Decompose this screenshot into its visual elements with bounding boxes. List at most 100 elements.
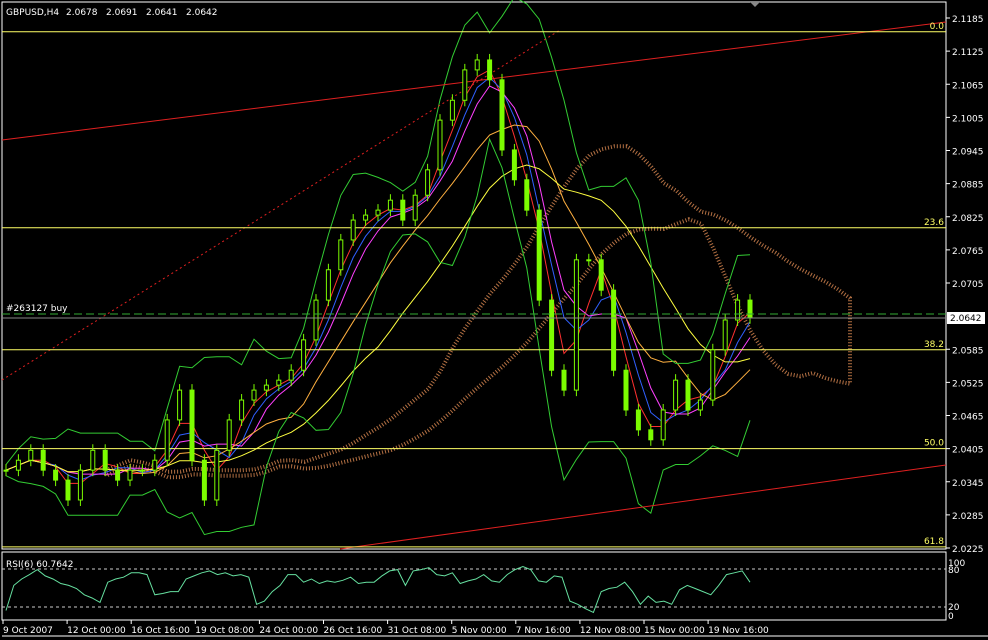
time-tick-label: 7 Nov 16:00 — [516, 626, 571, 636]
price-tick-label: 2.0285 — [952, 512, 984, 522]
candle-body — [239, 399, 245, 421]
candle-body — [375, 209, 381, 216]
candle-body — [474, 59, 480, 71]
rsi-panel: RSI(6) 60.7642 100 80 20 0 — [2, 559, 965, 622]
candle-body — [301, 339, 307, 371]
main-panel-frame — [1, 1, 947, 550]
candle-body — [747, 299, 753, 319]
channel-upper-line[interactable] — [1, 21, 947, 141]
candle-body — [276, 379, 282, 386]
candle-body — [462, 69, 468, 101]
candle-body — [635, 409, 641, 431]
fibo-level-label: 61.8 — [924, 537, 944, 547]
candle-body — [102, 449, 108, 471]
candle-body — [561, 369, 567, 391]
close-value: 2.0642 — [186, 8, 218, 18]
channel-lower-line[interactable] — [339, 464, 947, 550]
candle-body — [363, 214, 369, 221]
candle-body — [90, 449, 96, 471]
candle-body — [65, 479, 71, 501]
time-tick-label: 12 Nov 08:00 — [580, 626, 641, 636]
fibo-level-label: 38.2 — [924, 340, 944, 350]
price-tick-label: 2.0525 — [952, 379, 984, 389]
candle-body — [710, 349, 716, 401]
price-tick-label: 2.0405 — [952, 446, 984, 456]
candle-body — [412, 194, 418, 221]
candle-body — [338, 239, 344, 271]
candle-body — [313, 299, 319, 341]
candle-body — [437, 119, 443, 171]
candle-body — [214, 449, 220, 501]
price-tick-label: 2.1125 — [952, 48, 984, 58]
candle-body — [40, 449, 46, 471]
candle-body — [573, 259, 579, 391]
time-tick-label: 31 Oct 08:00 — [388, 626, 447, 636]
price-tick-label: 2.0765 — [952, 247, 984, 257]
price-tick-label: 2.0705 — [952, 280, 984, 290]
symbol-label: GBPUSD,H4 — [6, 8, 59, 18]
bid-price-label: 2.0642 — [950, 314, 982, 324]
dotted-trend-line[interactable] — [1, 29, 561, 381]
price-tick-label: 2.0945 — [952, 148, 984, 158]
candle-body — [325, 269, 331, 301]
price-tick-label: 2.0225 — [952, 545, 984, 555]
candle-body — [697, 399, 703, 411]
candle-body — [77, 469, 83, 501]
price-tick-label: 2.1185 — [952, 15, 984, 25]
candle-body — [648, 429, 654, 441]
candle-body — [735, 299, 741, 321]
time-tick-label: 19 Nov 16:00 — [708, 626, 769, 636]
candle-body — [673, 379, 679, 411]
rsi-tick-0: 0 — [948, 612, 954, 622]
low-value: 2.0641 — [146, 8, 178, 18]
price-tick-label: 2.0885 — [952, 181, 984, 191]
chart-shift-marker-icon[interactable] — [750, 2, 760, 7]
open-value: 2.0678 — [66, 8, 98, 18]
candle-body — [3, 469, 9, 472]
candle-body — [400, 199, 406, 221]
time-tick-label: 19 Oct 08:00 — [195, 626, 254, 636]
candle-body — [15, 459, 21, 471]
candle-body — [549, 299, 555, 371]
time-tick-label: 24 Oct 00:00 — [259, 626, 318, 636]
time-tick-label: 16 Oct 16:00 — [131, 626, 190, 636]
candle-body — [660, 409, 666, 441]
candle-body — [623, 369, 629, 411]
time-tick-label: 9 Oct 2007 — [3, 626, 53, 636]
candle-body — [53, 469, 59, 481]
candle-body — [189, 389, 195, 461]
candle-body — [586, 259, 592, 262]
rsi-line — [5, 565, 751, 614]
candle-body — [350, 219, 356, 241]
price-tick-label: 2.1005 — [952, 114, 984, 124]
rsi-tick-80: 80 — [948, 566, 960, 576]
rsi-label: RSI(6) 60.7642 — [6, 560, 73, 570]
price-axis: 2.1185 2.1125 2.1065 2.1005 2.0945 2.0885 2.08… — [946, 15, 984, 555]
candle-body — [511, 149, 517, 181]
indicator-lines — [5, 0, 751, 536]
time-tick-label: 12 Oct 00:00 — [67, 626, 126, 636]
candle-body — [524, 179, 530, 211]
bollinger-upper-line — [5, 0, 751, 465]
order-lines: #263127 buy 2.0642 — [2, 304, 985, 324]
candle-body — [722, 319, 728, 351]
candle-body — [164, 419, 170, 461]
candle-body — [685, 379, 691, 411]
candle-body — [201, 459, 207, 501]
price-tick-label: 2.0345 — [952, 479, 984, 489]
time-tick-label: 15 Nov 00:00 — [644, 626, 705, 636]
candle-body — [139, 469, 145, 472]
candle-body — [425, 169, 431, 196]
price-tick-label: 2.0465 — [952, 413, 984, 423]
chart-canvas[interactable]: 0.0 23.6 38.2 50.0 61.8 #263127 buy 2.0642 2… — [0, 0, 988, 640]
rsi-panel-frame — [1, 551, 947, 621]
chart-header: GBPUSD,H4 2.0678 2.0691 2.0641 2.0642 — [6, 8, 218, 18]
high-value: 2.0691 — [106, 8, 138, 18]
time-axis: 9 Oct 2007 12 Oct 00:00 16 Oct 16:00 19 Oct… — [2, 620, 769, 636]
candle-body — [499, 79, 505, 151]
candle-body — [115, 469, 121, 481]
candle-body — [28, 449, 34, 461]
fibo-level-label: 0.0 — [930, 22, 945, 32]
candle-body — [387, 199, 393, 211]
order-label: #263127 buy — [6, 304, 68, 314]
